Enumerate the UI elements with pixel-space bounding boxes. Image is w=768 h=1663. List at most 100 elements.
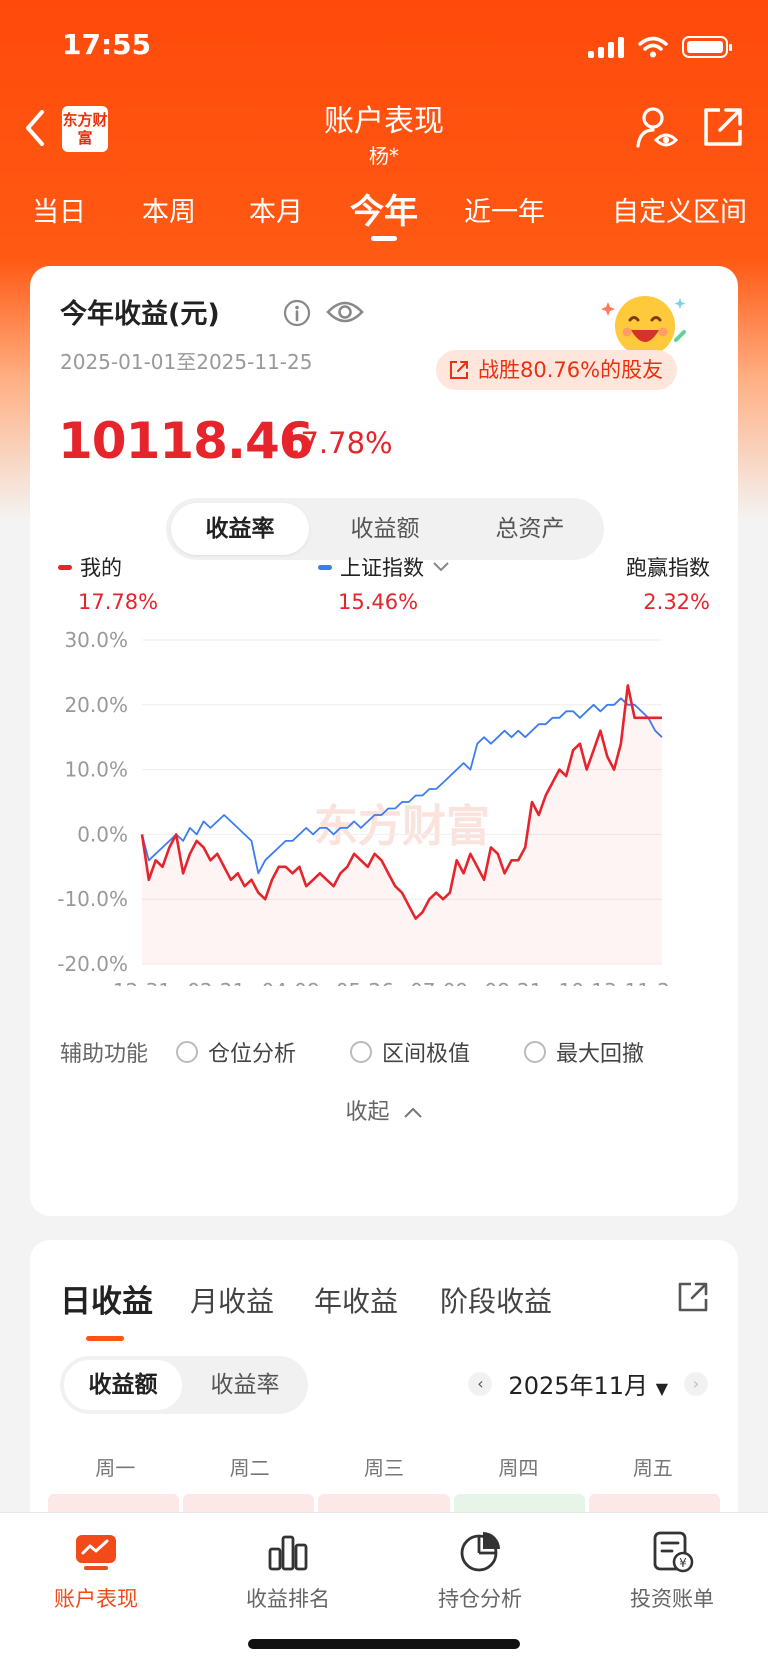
y-tick-label: 30.0% <box>64 628 128 652</box>
weekday-header: 周一 周二 周三 周四 周五 <box>48 1452 720 1481</box>
radio-icon <box>350 1041 372 1063</box>
tab-this-month[interactable]: 本月 <box>249 190 303 229</box>
share-icon[interactable] <box>676 1280 710 1314</box>
seg-rate[interactable]: 收益率 <box>186 1360 304 1410</box>
beat-percentile-badge[interactable]: 战胜80.76%的股友 <box>436 350 678 390</box>
x-tick-label: 08-21 <box>484 979 542 986</box>
option-range-extremes-label: 区间极值 <box>382 1042 471 1067</box>
return-chart[interactable]: 东方财富 30.0% 20.0% 10.0% 0.0% -10.0% -20.0% 12-31… <box>30 616 738 986</box>
date-range: 2025-01-01至2025-11-25 <box>60 350 313 374</box>
bar-chart-icon <box>268 1535 308 1571</box>
weekday-mon: 周一 <box>95 1456 136 1480</box>
metric-total-assets[interactable]: 总资产 <box>461 503 599 555</box>
option-position-analysis[interactable]: 仓位分析 <box>176 1036 296 1068</box>
share-icon[interactable] <box>700 104 746 150</box>
option-position-analysis-label: 仓位分析 <box>208 1042 297 1067</box>
tab-yearly-returns[interactable]: 年收益 <box>314 1280 398 1320</box>
y-tick-label: 10.0% <box>64 758 128 782</box>
weekday-fri: 周五 <box>632 1456 673 1480</box>
beat-text: 战胜80.76%的股友 <box>478 358 664 382</box>
x-tick-label: 05-26 <box>336 979 394 986</box>
tab-daily-returns[interactable]: 日收益 <box>60 1276 153 1321</box>
x-tick-label: 04-08 <box>262 979 320 986</box>
nav-return-ranking[interactable]: 收益排名 <box>192 1529 384 1613</box>
tab-this-year[interactable]: 今年 <box>350 184 418 233</box>
legend-index-value: 15.46% <box>338 590 419 614</box>
month-label: 2025年11月 <box>508 1372 649 1400</box>
daily-segmented-control: 收益额 收益率 <box>60 1356 308 1414</box>
legend-mine-label: 我的 <box>80 556 122 580</box>
pie-chart-icon <box>460 1532 500 1572</box>
radio-icon <box>524 1041 546 1063</box>
eye-icon[interactable] <box>326 296 364 328</box>
nav-holdings-analysis[interactable]: 持仓分析 <box>384 1529 576 1613</box>
legend-mine-value: 17.78% <box>78 590 159 614</box>
option-range-extremes[interactable]: 区间极值 <box>350 1036 470 1068</box>
legend-beat: 跑赢指数 2.32% <box>626 552 710 614</box>
option-max-drawdown-label: 最大回撤 <box>556 1042 645 1067</box>
active-tab-indicator <box>86 1336 124 1341</box>
option-max-drawdown[interactable]: 最大回撤 <box>524 1036 644 1068</box>
legend-beat-label: 跑赢指数 <box>626 556 710 580</box>
nav-account-performance[interactable]: 账户表现 <box>0 1529 192 1613</box>
tab-stage-returns[interactable]: 阶段收益 <box>440 1280 552 1320</box>
chevron-up-icon <box>403 1107 422 1118</box>
caret-down-icon: ▼ <box>655 1379 668 1398</box>
collapse-label: 收起 <box>345 1100 390 1125</box>
x-tick-label: 02-21 <box>187 979 245 986</box>
nav-label: 账户表现 <box>54 1587 138 1611</box>
x-tick-label: 11-2 <box>625 979 670 986</box>
metric-return-amount[interactable]: 收益额 <box>316 503 454 555</box>
tab-monthly-returns[interactable]: 月收益 <box>190 1280 274 1320</box>
aux-label: 辅助功能 <box>60 1042 149 1067</box>
legend-index-swatch <box>318 564 332 570</box>
collapse-button[interactable]: 收起 <box>30 1094 738 1126</box>
status-bar: 17:55 <box>0 0 768 92</box>
weekday-thu: 周四 <box>498 1456 539 1480</box>
legend-index[interactable]: 上证指数 15.46% <box>318 552 450 614</box>
y-tick-label: 0.0% <box>77 822 128 846</box>
nav-header: 东方财富 账户表现 杨* <box>0 92 768 172</box>
metric-segmented-control: 收益率 收益额 总资产 <box>166 498 604 560</box>
weekday-tue: 周二 <box>229 1456 270 1480</box>
y-tick-label: -10.0% <box>57 887 128 911</box>
weekday-wed: 周三 <box>364 1456 405 1480</box>
tab-today[interactable]: 当日 <box>32 190 86 229</box>
month-dropdown[interactable]: 2025年11月 ▼ <box>508 1366 668 1401</box>
nav-label: 投资账单 <box>630 1587 714 1611</box>
chart-monitor-icon <box>76 1535 116 1570</box>
chevron-down-icon <box>433 562 449 572</box>
tab-custom-range[interactable]: 自定义区间 <box>612 190 747 229</box>
share-square-icon <box>450 361 468 379</box>
x-tick-label: 12-31 <box>113 979 171 986</box>
bottom-nav: 账户表现 收益排名 持仓分析 ¥ 投资账单 <box>0 1512 768 1663</box>
month-selector: ‹ 2025年11月 ▼ › <box>468 1366 708 1401</box>
x-tick-label: 07-09 <box>410 979 468 986</box>
tab-past-year[interactable]: 近一年 <box>464 190 545 229</box>
bill-icon: ¥ <box>653 1531 694 1573</box>
metric-return-rate[interactable]: 收益率 <box>171 503 309 555</box>
status-icons <box>588 36 732 58</box>
legend-mine-swatch <box>58 564 72 570</box>
summary-title: 今年收益(元) <box>60 299 220 330</box>
nav-label: 收益排名 <box>246 1587 330 1611</box>
seg-amount[interactable]: 收益额 <box>64 1360 182 1410</box>
prev-month-button[interactable]: ‹ <box>468 1371 493 1396</box>
home-indicator <box>248 1639 520 1649</box>
radio-icon <box>176 1041 198 1063</box>
profit-percent: 17.78% <box>282 426 393 460</box>
svg-text:¥: ¥ <box>679 1556 687 1570</box>
signal-icon <box>588 36 624 58</box>
profit-value: 10118.46 <box>58 412 314 470</box>
happy-emoji-icon <box>601 296 686 356</box>
tab-this-week[interactable]: 本周 <box>142 190 196 229</box>
nav-investment-bill[interactable]: ¥ 投资账单 <box>576 1529 768 1613</box>
active-tab-indicator <box>371 236 397 241</box>
legend-index-label: 上证指数 <box>340 556 424 580</box>
yearly-summary-card: 今年收益(元) 2025-01-01至2025-11-25 战胜80.76%的股… <box>30 266 738 1216</box>
legend-beat-value: 2.32% <box>643 590 710 614</box>
next-month-button[interactable]: › <box>684 1371 708 1396</box>
info-icon[interactable] <box>282 298 312 328</box>
user-privacy-icon[interactable] <box>634 104 680 150</box>
status-time: 17:55 <box>62 28 152 61</box>
